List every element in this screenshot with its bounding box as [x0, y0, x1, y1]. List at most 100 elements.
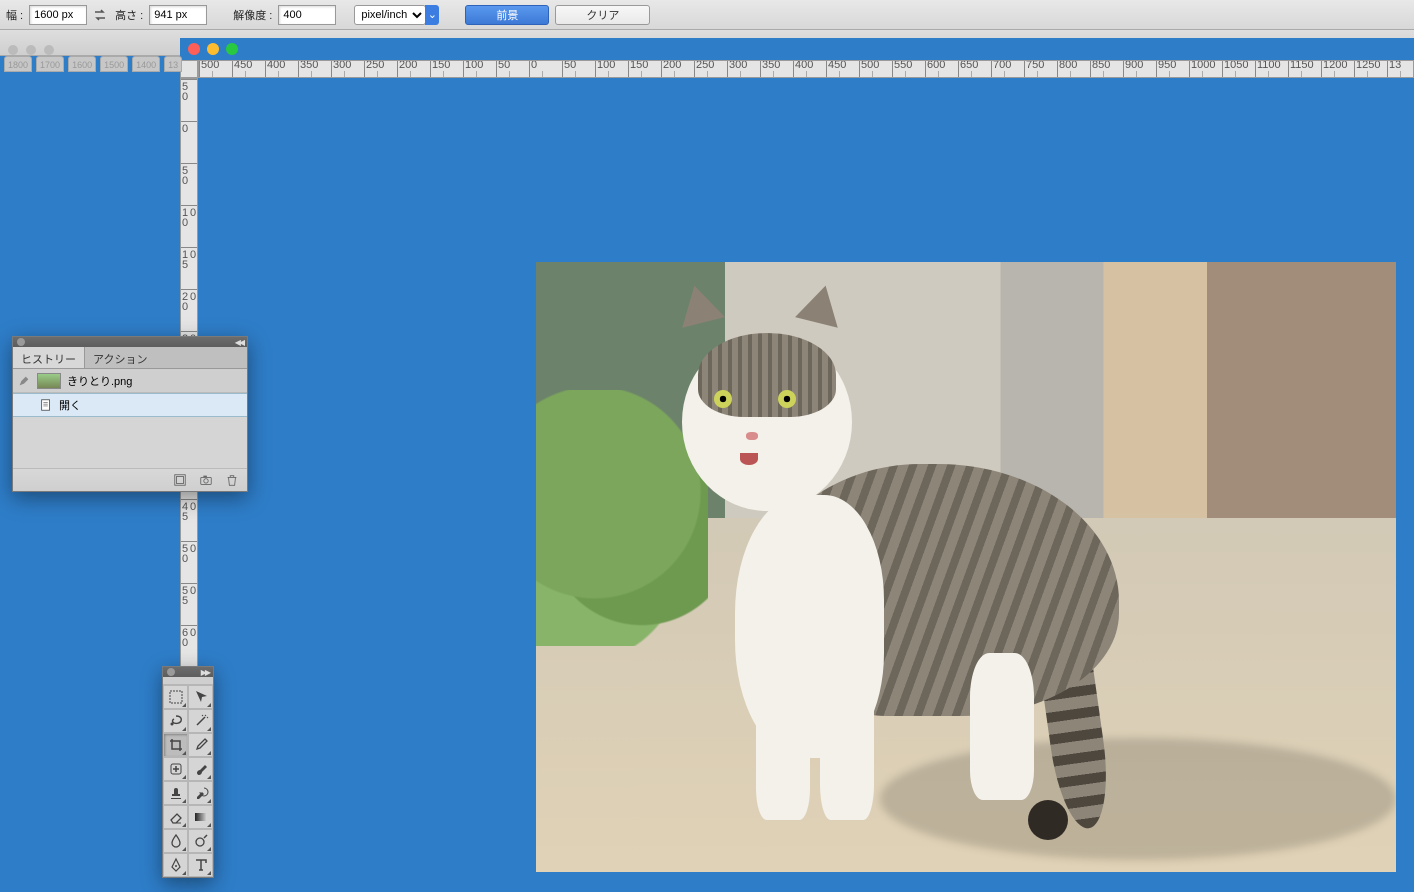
- ruler-tick: 200: [181, 289, 197, 314]
- ruler-tick: 750: [1024, 61, 1049, 77]
- ruler-tick: 850: [1090, 61, 1115, 77]
- ruler-tick: 150: [181, 247, 197, 272]
- lasso-tool[interactable]: [163, 709, 188, 733]
- swap-icon[interactable]: [93, 7, 109, 23]
- trash-icon[interactable]: [225, 473, 239, 487]
- ruler-tick: 50: [496, 61, 521, 77]
- pen-tool[interactable]: [163, 853, 188, 877]
- close-window-button[interactable]: [188, 43, 200, 55]
- ruler-tick: 1000: [1189, 61, 1214, 77]
- history-state-row[interactable]: 開く: [13, 393, 247, 417]
- ruler-tick: 350: [298, 61, 323, 77]
- healing-tool[interactable]: [163, 757, 188, 781]
- ruler-tick: 500: [181, 541, 197, 566]
- panel-collapse-icon[interactable]: ◀◀: [235, 338, 243, 347]
- foreground-button[interactable]: 前景: [465, 5, 549, 25]
- clear-button[interactable]: クリア: [555, 5, 650, 25]
- panel-close-icon[interactable]: [17, 338, 25, 346]
- panel-collapse-icon[interactable]: ▶▶: [201, 668, 209, 677]
- toolbox-panel[interactable]: ▶▶: [162, 666, 214, 878]
- document-window: 5004504003503002502001501005005010015020…: [180, 38, 1414, 892]
- ruler-tick: 150: [430, 61, 455, 77]
- ruler-tick: 450: [826, 61, 851, 77]
- bg-ruler-tab: 1400: [132, 56, 160, 72]
- ruler-tick: 100: [595, 61, 620, 77]
- image-content: [536, 262, 1396, 872]
- disabled-dot: [8, 45, 18, 55]
- new-doc-icon[interactable]: [173, 473, 187, 487]
- ruler-tick: 500: [859, 61, 884, 77]
- bg-ruler-tab: 1500: [100, 56, 128, 72]
- eraser-tool[interactable]: [163, 805, 188, 829]
- ruler-tick: 300: [331, 61, 356, 77]
- options-bar: 幅 : 高さ : 解像度 : pixel/inch ⌄ 前景 クリア: [0, 0, 1414, 30]
- stamp-tool[interactable]: [163, 781, 188, 805]
- width-label: 幅 :: [6, 7, 23, 23]
- magic-wand-tool[interactable]: [188, 709, 213, 733]
- move-tool[interactable]: [188, 685, 213, 709]
- snapshot-filename: きりとり.png: [67, 373, 132, 389]
- panel-tabs: ヒストリー アクション: [13, 347, 247, 369]
- history-snapshot-row[interactable]: きりとり.png: [13, 369, 247, 393]
- bg-ruler-tab: 1600: [68, 56, 96, 72]
- crop-tool[interactable]: [163, 733, 188, 757]
- eyedropper-tool[interactable]: [188, 733, 213, 757]
- chevron-down-icon[interactable]: ⌄: [425, 5, 439, 25]
- ruler-tick: 700: [991, 61, 1016, 77]
- height-input[interactable]: [149, 5, 207, 25]
- minimize-window-button[interactable]: [207, 43, 219, 55]
- blur-tool[interactable]: [163, 829, 188, 853]
- ruler-tick: 250: [694, 61, 719, 77]
- ruler-tick: 450: [232, 61, 257, 77]
- panel-gripper[interactable]: ▶▶: [163, 667, 213, 677]
- disabled-dot: [44, 45, 54, 55]
- ruler-tick: 100: [463, 61, 488, 77]
- resolution-label: 解像度 :: [233, 7, 272, 23]
- history-panel[interactable]: ◀◀ ヒストリー アクション きりとり.png 開く: [12, 336, 248, 492]
- ruler-tick: 0: [529, 61, 554, 77]
- resolution-unit-select[interactable]: pixel/inch: [354, 5, 426, 25]
- zoom-window-button[interactable]: [226, 43, 238, 55]
- ruler-tick: 50: [181, 163, 197, 188]
- panel-close-icon[interactable]: [167, 668, 175, 676]
- brush-icon: [17, 374, 31, 388]
- snapshot-thumbnail: [37, 373, 61, 389]
- brush-tool[interactable]: [188, 757, 213, 781]
- ruler-tick: 13: [1387, 61, 1412, 77]
- ruler-tick: 150: [628, 61, 653, 77]
- tab-actions[interactable]: アクション: [85, 347, 155, 368]
- ruler-tick: 400: [793, 61, 818, 77]
- panel-gripper[interactable]: ◀◀: [13, 337, 247, 347]
- ruler-tick: 1150: [1288, 61, 1313, 77]
- document-image[interactable]: [536, 262, 1396, 872]
- disabled-dot: [26, 45, 36, 55]
- history-state-label: 開く: [59, 397, 81, 413]
- gradient-tool[interactable]: [188, 805, 213, 829]
- dodge-tool[interactable]: [188, 829, 213, 853]
- ruler-tick: 0: [181, 121, 197, 146]
- ruler-tick: 600: [925, 61, 950, 77]
- ruler-tick: 1050: [1222, 61, 1247, 77]
- ruler-origin[interactable]: [180, 60, 198, 78]
- ruler-tick: 50: [181, 79, 197, 104]
- ruler-tick: 300: [727, 61, 752, 77]
- camera-icon[interactable]: [199, 473, 213, 487]
- bg-ruler-tab: 1700: [36, 56, 64, 72]
- history-brush-tool[interactable]: [188, 781, 213, 805]
- bg-ruler-tab: 1800: [4, 56, 32, 72]
- ruler-tick: 550: [892, 61, 917, 77]
- resolution-input[interactable]: [278, 5, 336, 25]
- canvas-area[interactable]: [198, 78, 1414, 892]
- ruler-tick: 1100: [1255, 61, 1280, 77]
- background-ruler-tabs: 1800170016001500140013: [4, 56, 182, 72]
- ruler-horizontal[interactable]: 5004504003503002502001501005005010015020…: [198, 60, 1414, 78]
- type-tool[interactable]: [188, 853, 213, 877]
- width-input[interactable]: [29, 5, 87, 25]
- ruler-tick: 250: [364, 61, 389, 77]
- ruler-tick: 600: [181, 625, 197, 650]
- ruler-tick: 1200: [1321, 61, 1346, 77]
- marquee-tool[interactable]: [163, 685, 188, 709]
- tab-history[interactable]: ヒストリー: [13, 347, 85, 368]
- panel-footer: [13, 469, 247, 491]
- ruler-tick: 450: [181, 499, 197, 524]
